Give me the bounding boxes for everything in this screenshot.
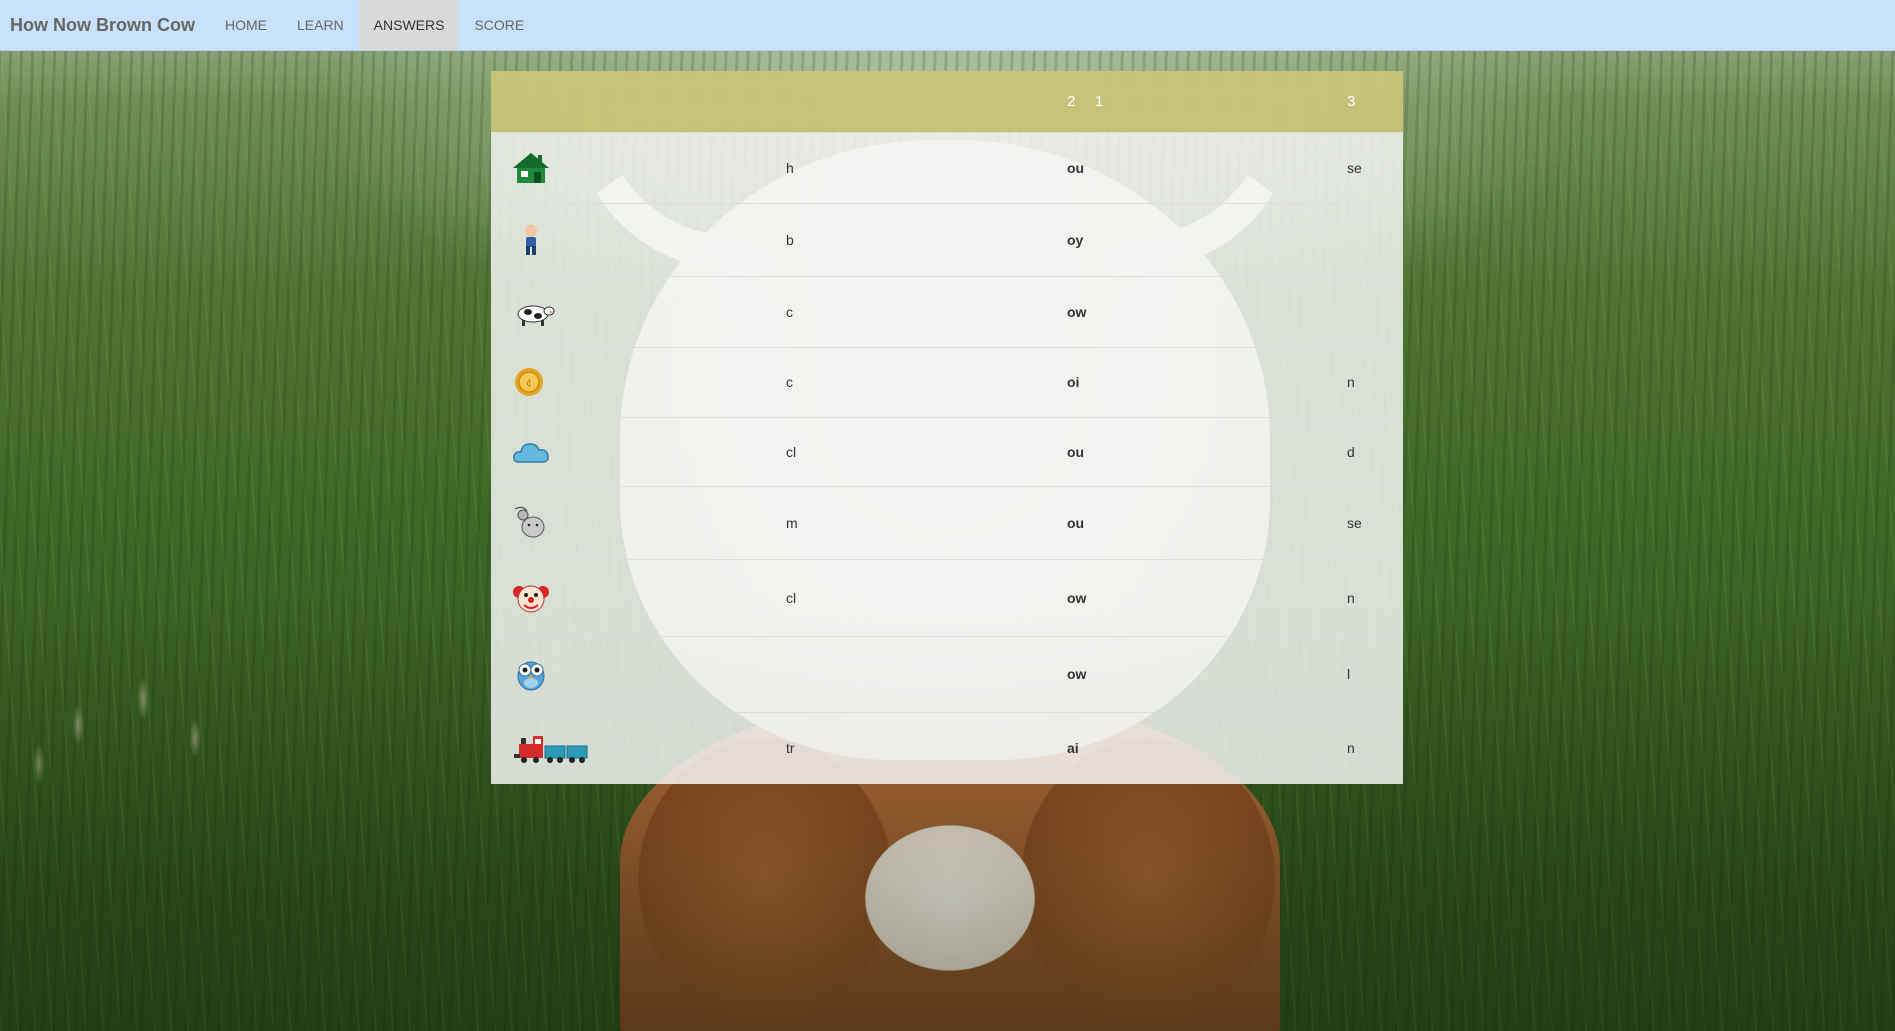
sound-1-cell: h (786, 159, 794, 176)
sound-1-cell: b (786, 231, 794, 248)
table-row: h ou se (491, 132, 1403, 203)
sound-3-cell: l (1347, 666, 1351, 682)
nav-score[interactable]: SCORE (459, 0, 539, 50)
train-icon (511, 730, 591, 766)
sound-1-cell: c (786, 303, 793, 320)
sound-2-cell: ou (1067, 159, 1085, 176)
sound-3-cell: n (1347, 740, 1355, 757)
sound-2-cell: ou (1067, 443, 1085, 460)
sound-2-cell: oy (1067, 231, 1084, 248)
header-col-1: 1 (1095, 92, 1104, 110)
nav-answers[interactable]: ANSWERS (358, 0, 460, 50)
sound-1-cell: cl (786, 589, 797, 606)
picture-cell (491, 417, 786, 486)
house-icon (511, 150, 551, 186)
header-col-3: 3 (1347, 92, 1356, 110)
sound-2-cell: ow (1067, 303, 1087, 320)
sound-3-cell: n (1347, 589, 1355, 606)
cow-icon (511, 294, 555, 330)
sound-2-cell: ou (1067, 514, 1085, 531)
table-row: b oy (491, 203, 1403, 276)
sound-2-cell: ow (1067, 589, 1087, 606)
sound-3-cell: se (1347, 159, 1362, 176)
table-row: c ow (491, 276, 1403, 347)
clown-icon (511, 580, 551, 616)
table-row: cl ow n (491, 559, 1403, 636)
coin-icon: ¢ (511, 364, 551, 400)
table-body: h ou se b oy c ow ¢ c oi n cl ou d m ou se cl ow n ow l tr ai n (491, 132, 1403, 784)
table-row: cl ou d (491, 417, 1403, 486)
nav-learn[interactable]: LEARN (282, 0, 359, 50)
picture-cell (491, 132, 786, 203)
picture-cell (491, 712, 786, 784)
sound-2-cell: ow (1067, 666, 1087, 682)
table-header-row: 1 2 3 (491, 71, 1403, 132)
picture-cell (491, 486, 786, 559)
table-row: tr ai n (491, 712, 1403, 784)
svg-text:¢: ¢ (526, 378, 532, 389)
answers-table: 1 2 3 h ou se b oy c ow ¢ c oi n cl ou d m ou se cl ow n ow l… (491, 71, 1403, 784)
table-row: ¢ c oi n (491, 347, 1403, 417)
sound-3-cell: se (1347, 514, 1362, 531)
answers-panel: 1 2 3 h ou se b oy c ow ¢ c oi n cl ou d m ou se cl ow n ow l… (491, 71, 1403, 789)
nav-home[interactable]: HOME (210, 0, 282, 50)
picture-cell (491, 636, 786, 712)
table-row: m ou se (491, 486, 1403, 559)
sound-2-cell: ai (1067, 740, 1079, 757)
brand-link[interactable]: How Now Brown Cow (0, 0, 210, 50)
sound-3-cell: d (1347, 443, 1355, 460)
header-picture (491, 71, 786, 132)
boy-icon (511, 222, 551, 258)
owl-icon (511, 656, 551, 692)
sound-3-cell (1347, 203, 1403, 276)
mouse-icon (511, 505, 551, 541)
sound-1-cell (786, 636, 1067, 712)
sound-1-cell: m (786, 514, 798, 531)
picture-cell: ¢ (491, 347, 786, 417)
header-col-2: 2 (1067, 92, 1076, 110)
sound-1-cell: tr (786, 740, 795, 757)
sound-1-cell: c (786, 374, 793, 390)
picture-cell (491, 559, 786, 636)
sound-3-cell (1347, 276, 1403, 347)
sound-2-cell: oi (1067, 374, 1080, 390)
sound-3-cell: n (1347, 374, 1355, 390)
cloud-icon (511, 434, 551, 470)
picture-cell (491, 276, 786, 347)
picture-cell (491, 203, 786, 276)
sound-1-cell: cl (786, 443, 797, 460)
table-row: ow l (491, 636, 1403, 712)
top-navbar: How Now Brown Cow HOME LEARN ANSWERS SCO… (0, 0, 1895, 51)
